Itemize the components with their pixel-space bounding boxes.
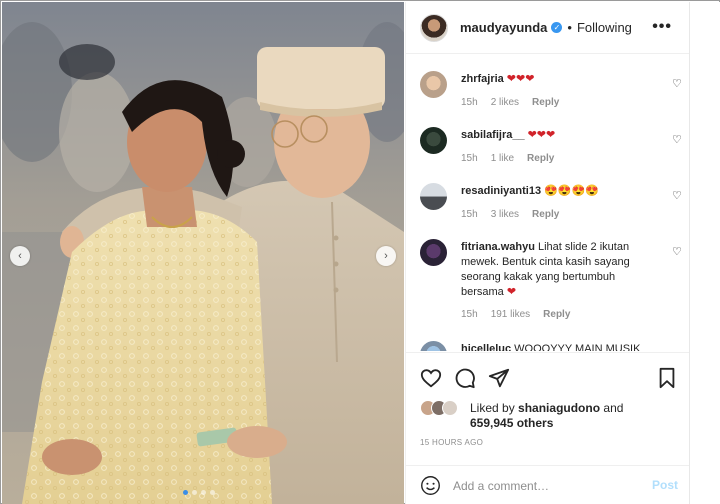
liked-by-user[interactable]: shaniagudono (518, 401, 600, 415)
add-comment-input[interactable] (453, 477, 633, 495)
share-icon[interactable] (488, 367, 510, 389)
post-actions-bar (406, 352, 690, 398)
page-scroll-gutter (689, 2, 720, 504)
more-options-icon[interactable]: ••• (652, 18, 672, 36)
comment-hearts: ❤❤❤ (527, 129, 556, 141)
author-avatar[interactable] (420, 13, 448, 42)
heart-icon[interactable] (420, 367, 442, 389)
post-details-panel: maudyayunda ✓ • Following ••• zhrfajria ❤… (405, 2, 690, 504)
comment-username[interactable]: fitriana.wahyu (461, 241, 535, 253)
comment-time[interactable]: 15h (461, 209, 478, 220)
commenter-avatar[interactable] (420, 239, 447, 266)
likes-count[interactable]: 659,945 others (470, 416, 553, 430)
following-button[interactable]: Following (577, 20, 632, 35)
liker-avatars (420, 400, 464, 418)
comment-text: WOOOYYY MAIN MUSIK (514, 343, 641, 351)
comment-username[interactable]: resadiniyanti13 (461, 185, 541, 197)
comment-username[interactable]: hicelleluc (461, 343, 511, 351)
reply-button[interactable]: Reply (532, 209, 559, 220)
commenter-avatar[interactable] (420, 127, 447, 154)
liker-avatar[interactable] (442, 400, 458, 416)
header-separator: • (567, 20, 572, 35)
carousel-indicator (183, 490, 215, 495)
commenter-avatar[interactable] (420, 341, 447, 351)
post-photo[interactable]: ‹ › (2, 2, 404, 504)
carousel-dot (183, 490, 188, 495)
reply-button[interactable]: Reply (527, 153, 554, 164)
wedding-photo-illustration (2, 2, 404, 504)
commenter-avatar[interactable] (420, 183, 447, 210)
instagram-post-window: ‹ › maudyayunda ✓ • Following ••• zhrfaj… (0, 0, 720, 504)
add-comment-bar: Post (406, 465, 690, 504)
comments-list[interactable]: zhrfajria ❤❤❤ 15h 2 likes Reply ♡ sabilaf… (406, 55, 690, 351)
like-comment-heart-icon[interactable]: ♡ (672, 245, 682, 258)
likes-summary: Liked by shaniagudono and 659,945 others (420, 398, 680, 432)
comment-likes[interactable]: 1 like (491, 153, 514, 164)
comment-time[interactable]: 15h (461, 309, 478, 320)
like-comment-heart-icon[interactable]: ♡ (672, 189, 682, 202)
comment-likes[interactable]: 3 likes (491, 209, 519, 220)
comment-text: 😍😍😍😍 (544, 185, 599, 197)
likes-text: Liked by shaniagudono and 659,945 others (470, 401, 690, 431)
like-comment-heart-icon[interactable]: ♡ (672, 77, 682, 90)
carousel-dot (192, 490, 197, 495)
carousel-dot (210, 490, 215, 495)
next-slide-button[interactable]: › (376, 246, 396, 266)
post-header: maudyayunda ✓ • Following ••• (406, 2, 690, 54)
comment-time[interactable]: 15h (461, 153, 478, 164)
bookmark-icon[interactable] (656, 367, 678, 389)
verified-badge-icon: ✓ (551, 22, 563, 33)
comment-time[interactable]: 15h (461, 97, 478, 108)
carousel-dot (201, 490, 206, 495)
post-timestamp[interactable]: 15 HOURS AGO (420, 438, 483, 447)
comment-username[interactable]: zhrfajria (461, 73, 504, 85)
like-comment-heart-icon[interactable]: ♡ (672, 133, 682, 146)
post-comment-button[interactable]: Post (652, 478, 678, 492)
liked-by-and: and (603, 401, 624, 415)
emoji-icon[interactable] (420, 475, 441, 496)
chevron-left-icon: ‹ (18, 250, 22, 262)
previous-slide-button[interactable]: ‹ (10, 246, 30, 266)
chevron-right-icon: › (384, 250, 388, 262)
comment-likes[interactable]: 2 likes (491, 97, 519, 108)
commenter-avatar[interactable] (420, 71, 447, 98)
comment-username[interactable]: sabilafijra__ (461, 129, 525, 141)
comment-likes[interactable]: 191 likes (491, 309, 530, 320)
comment-icon[interactable] (454, 367, 476, 389)
author-username[interactable]: maudyayunda (460, 20, 547, 35)
reply-button[interactable]: Reply (543, 309, 570, 320)
liked-by-prefix: Liked by (470, 401, 515, 415)
comment-hearts: ❤❤❤ (506, 73, 535, 85)
comment-hearts: ❤ (506, 286, 517, 298)
reply-button[interactable]: Reply (532, 97, 559, 108)
